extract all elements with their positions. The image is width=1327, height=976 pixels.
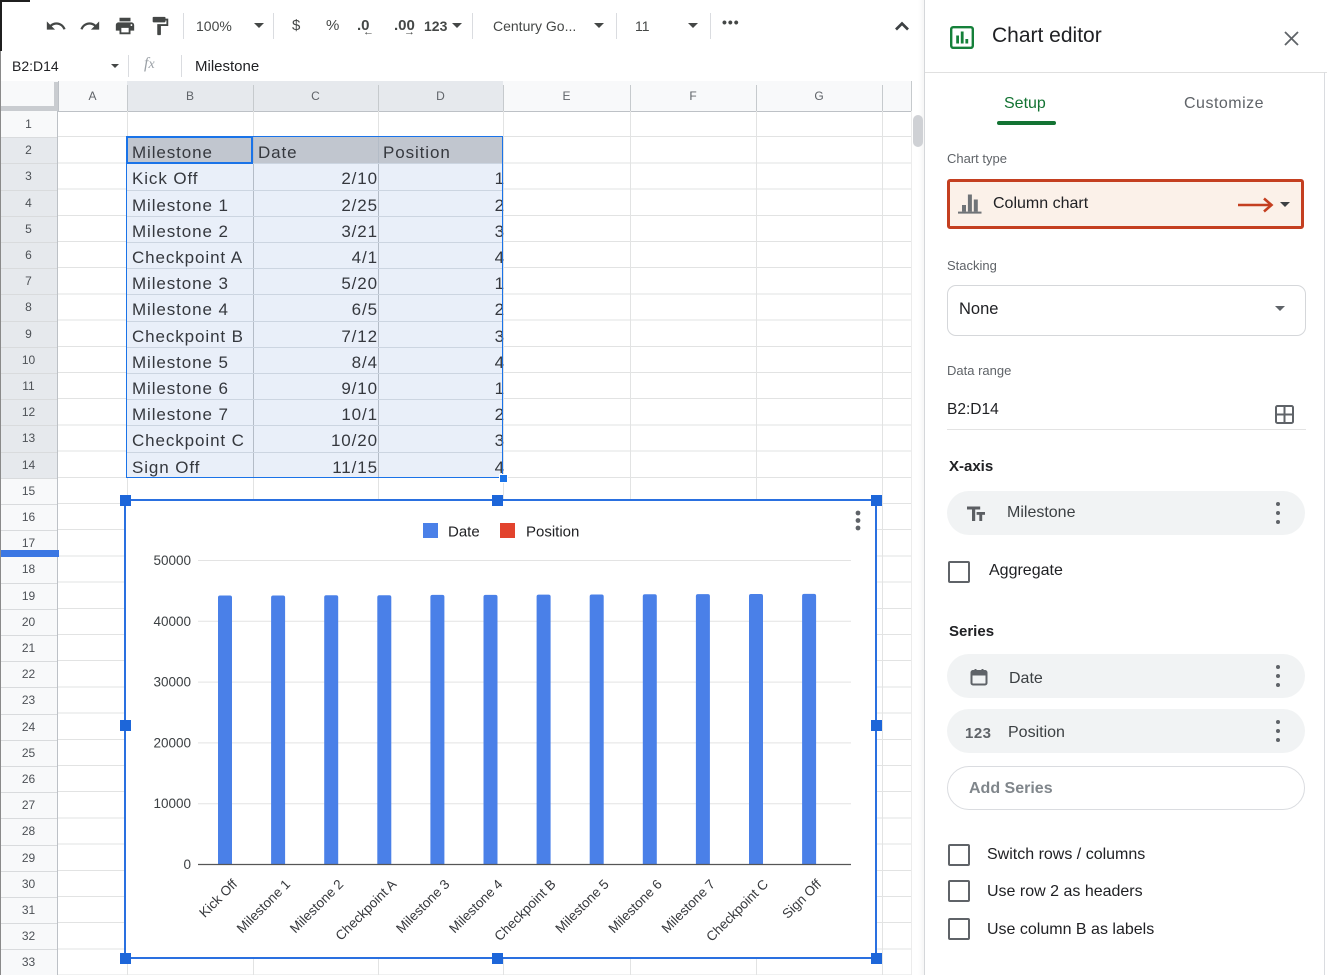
svg-text:30000: 30000: [153, 675, 191, 690]
svg-text:40000: 40000: [153, 614, 191, 629]
svg-text:Sign Off: Sign Off: [779, 876, 824, 921]
svg-text:Milestone 1: Milestone 1: [234, 877, 293, 936]
svg-text:Milestone 6: Milestone 6: [605, 877, 664, 936]
svg-text:0: 0: [183, 857, 191, 872]
svg-text:Position: Position: [526, 524, 579, 541]
svg-text:Milestone 5: Milestone 5: [552, 877, 611, 936]
svg-text:10000: 10000: [153, 796, 191, 811]
svg-text:50000: 50000: [153, 553, 191, 568]
svg-text:Kick Off: Kick Off: [196, 876, 240, 920]
svg-text:Date: Date: [448, 524, 480, 541]
svg-text:Milestone 3: Milestone 3: [393, 877, 452, 936]
svg-text:20000: 20000: [153, 735, 191, 750]
